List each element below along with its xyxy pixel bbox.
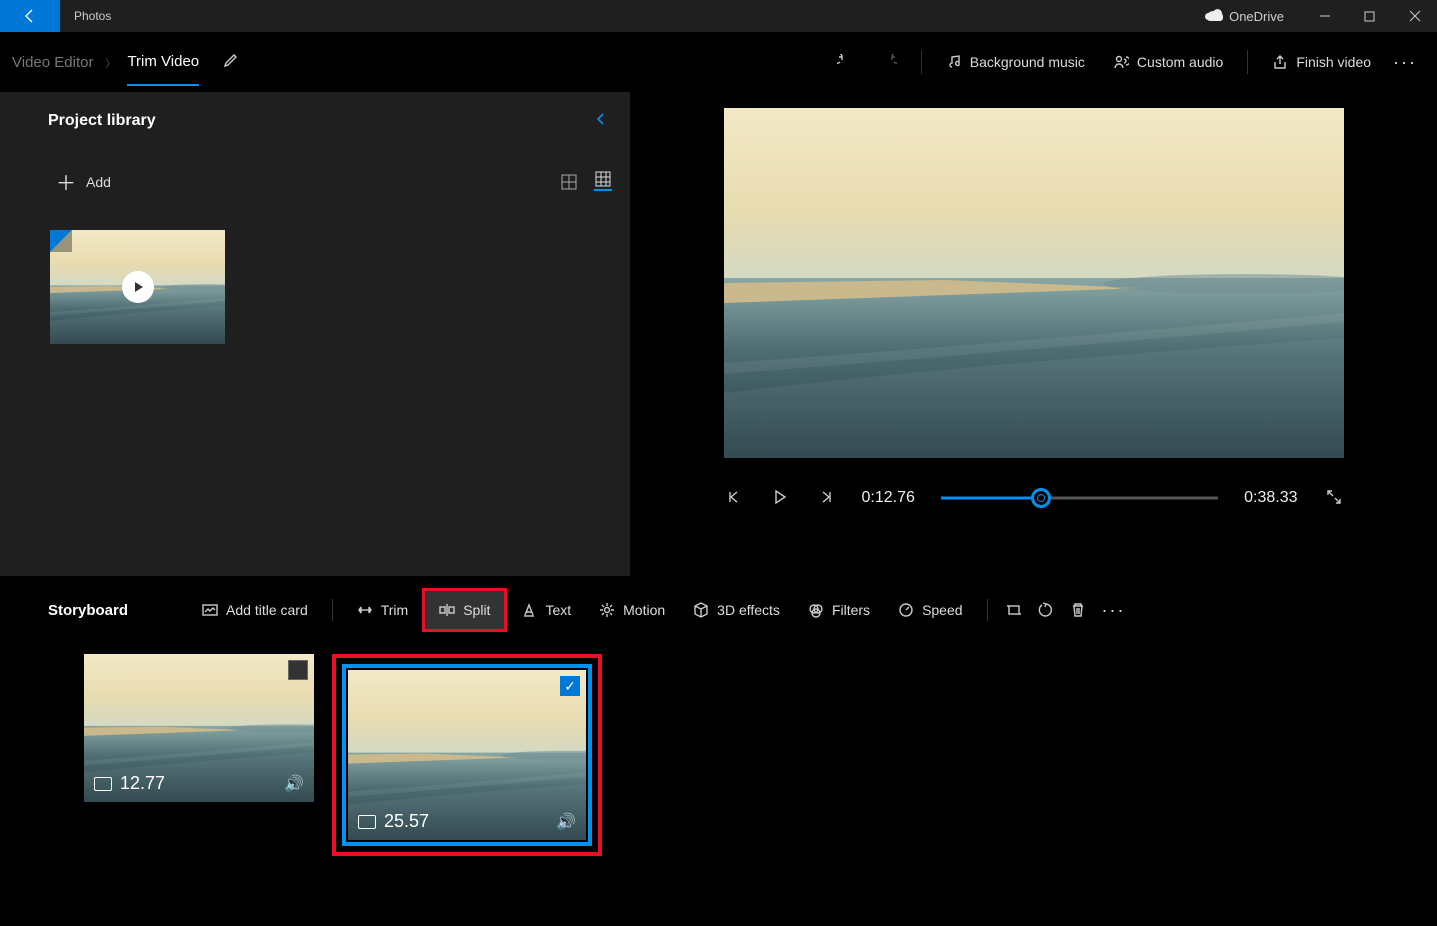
storyboard-more-button[interactable]: ···: [1094, 588, 1134, 632]
storyboard-title: Storyboard: [48, 602, 128, 619]
onedrive-label: OneDrive: [1229, 9, 1284, 24]
add-title-card-button[interactable]: Add title card: [188, 588, 322, 632]
clip-checkbox[interactable]: [288, 660, 308, 680]
resize-button[interactable]: [998, 588, 1030, 632]
title-bar: Photos OneDrive: [0, 0, 1437, 32]
storyboard-clips: 12.77 🔊 ✓ 25.57 🔊: [0, 636, 1437, 856]
top-toolbar: Video Editor 〉 Trim Video Background mus…: [0, 32, 1437, 92]
play-button[interactable]: [770, 489, 790, 508]
motion-icon: [599, 602, 615, 618]
grid-large-view-button[interactable]: [560, 173, 578, 191]
frame-back-button[interactable]: [724, 489, 744, 508]
frame-forward-button[interactable]: [816, 489, 836, 508]
rename-button[interactable]: [223, 52, 239, 72]
add-media-button[interactable]: ＋ Add: [56, 167, 111, 196]
more-button[interactable]: ···: [1385, 42, 1425, 82]
trim-button[interactable]: Trim: [343, 588, 422, 632]
film-icon: [358, 815, 376, 829]
speed-label: Speed: [922, 602, 962, 618]
delete-button[interactable]: [1062, 588, 1094, 632]
storyboard-clip-selected-highlight: ✓ 25.57 🔊: [332, 654, 602, 856]
cloud-icon: [1207, 11, 1223, 21]
background-music-label: Background music: [970, 54, 1085, 70]
redo-button[interactable]: [867, 42, 911, 82]
volume-icon[interactable]: 🔊: [284, 774, 304, 794]
rotate-button[interactable]: [1030, 588, 1062, 632]
duration: 0:38.33: [1244, 489, 1297, 507]
split-label: Split: [463, 602, 490, 618]
trim-label: Trim: [381, 602, 408, 618]
finish-video-button[interactable]: Finish video: [1258, 42, 1385, 82]
storyboard-clip[interactable]: 12.77 🔊: [84, 654, 314, 802]
filters-icon: [808, 602, 824, 618]
custom-audio-button[interactable]: Custom audio: [1099, 42, 1237, 82]
grid-small-view-button[interactable]: [594, 173, 612, 191]
plus-icon: ＋: [56, 167, 76, 196]
onedrive-status[interactable]: OneDrive: [1207, 9, 1284, 24]
undo-button[interactable]: [823, 42, 867, 82]
text-label: Text: [545, 602, 571, 618]
background-music-button[interactable]: Background music: [932, 42, 1099, 82]
storyboard-toolbar: Storyboard Add title card Trim Split Tex…: [0, 584, 1437, 636]
filters-button[interactable]: Filters: [794, 588, 884, 632]
split-button[interactable]: Split: [422, 588, 507, 632]
add-label: Add: [86, 174, 111, 190]
storyboard-dropzone[interactable]: [620, 654, 850, 802]
custom-audio-label: Custom audio: [1137, 54, 1223, 70]
minimize-button[interactable]: [1302, 0, 1347, 32]
library-clip-thumbnail[interactable]: [50, 230, 225, 344]
finish-video-label: Finish video: [1296, 54, 1371, 70]
clip-checkbox[interactable]: ✓: [560, 676, 580, 696]
motion-button[interactable]: Motion: [585, 588, 679, 632]
clip-duration: 25.57: [384, 811, 429, 832]
preview-panel: 0:12.76 0:38.33: [630, 92, 1437, 576]
3d-effects-label: 3D effects: [717, 602, 780, 618]
collapse-library-button[interactable]: [594, 110, 608, 131]
breadcrumb-root[interactable]: Video Editor: [12, 54, 93, 71]
motion-label: Motion: [623, 602, 665, 618]
video-preview[interactable]: [724, 108, 1344, 458]
seek-thumb[interactable]: [1031, 488, 1051, 508]
3d-effects-button[interactable]: 3D effects: [679, 588, 794, 632]
maximize-button[interactable]: [1347, 0, 1392, 32]
clip-duration: 12.77: [120, 773, 165, 794]
storyboard-clip[interactable]: ✓ 25.57 🔊: [348, 670, 586, 840]
split-icon: [439, 602, 455, 618]
trash-icon: [1070, 602, 1086, 618]
fullscreen-button[interactable]: [1324, 489, 1344, 508]
text-icon: [521, 602, 537, 618]
add-title-card-label: Add title card: [226, 602, 308, 618]
cube-icon: [693, 602, 709, 618]
export-icon: [1272, 54, 1288, 70]
crop-icon: [1006, 602, 1022, 618]
film-icon: [94, 777, 112, 791]
close-button[interactable]: [1392, 0, 1437, 32]
rotate-icon: [1038, 602, 1054, 618]
breadcrumb-current[interactable]: Trim Video: [127, 53, 199, 86]
person-audio-icon: [1113, 54, 1129, 70]
text-button[interactable]: Text: [507, 588, 585, 632]
breadcrumb: Video Editor 〉 Trim Video: [12, 52, 239, 72]
play-icon: [122, 271, 154, 303]
speed-icon: [898, 602, 914, 618]
project-library-panel: Project library ＋ Add: [0, 92, 630, 576]
filters-label: Filters: [832, 602, 870, 618]
in-use-indicator-icon: [50, 230, 72, 252]
volume-icon[interactable]: 🔊: [556, 812, 576, 832]
trim-icon: [357, 602, 373, 618]
music-icon: [946, 54, 962, 70]
speed-button[interactable]: Speed: [884, 588, 976, 632]
playback-controls: 0:12.76 0:38.33: [724, 488, 1344, 508]
current-time: 0:12.76: [862, 489, 915, 507]
app-title: Photos: [74, 9, 111, 23]
chevron-right-icon: 〉: [105, 55, 115, 70]
back-button[interactable]: [0, 0, 60, 32]
title-card-icon: [202, 602, 218, 618]
library-title: Project library: [48, 112, 594, 130]
seek-slider[interactable]: [941, 488, 1218, 508]
